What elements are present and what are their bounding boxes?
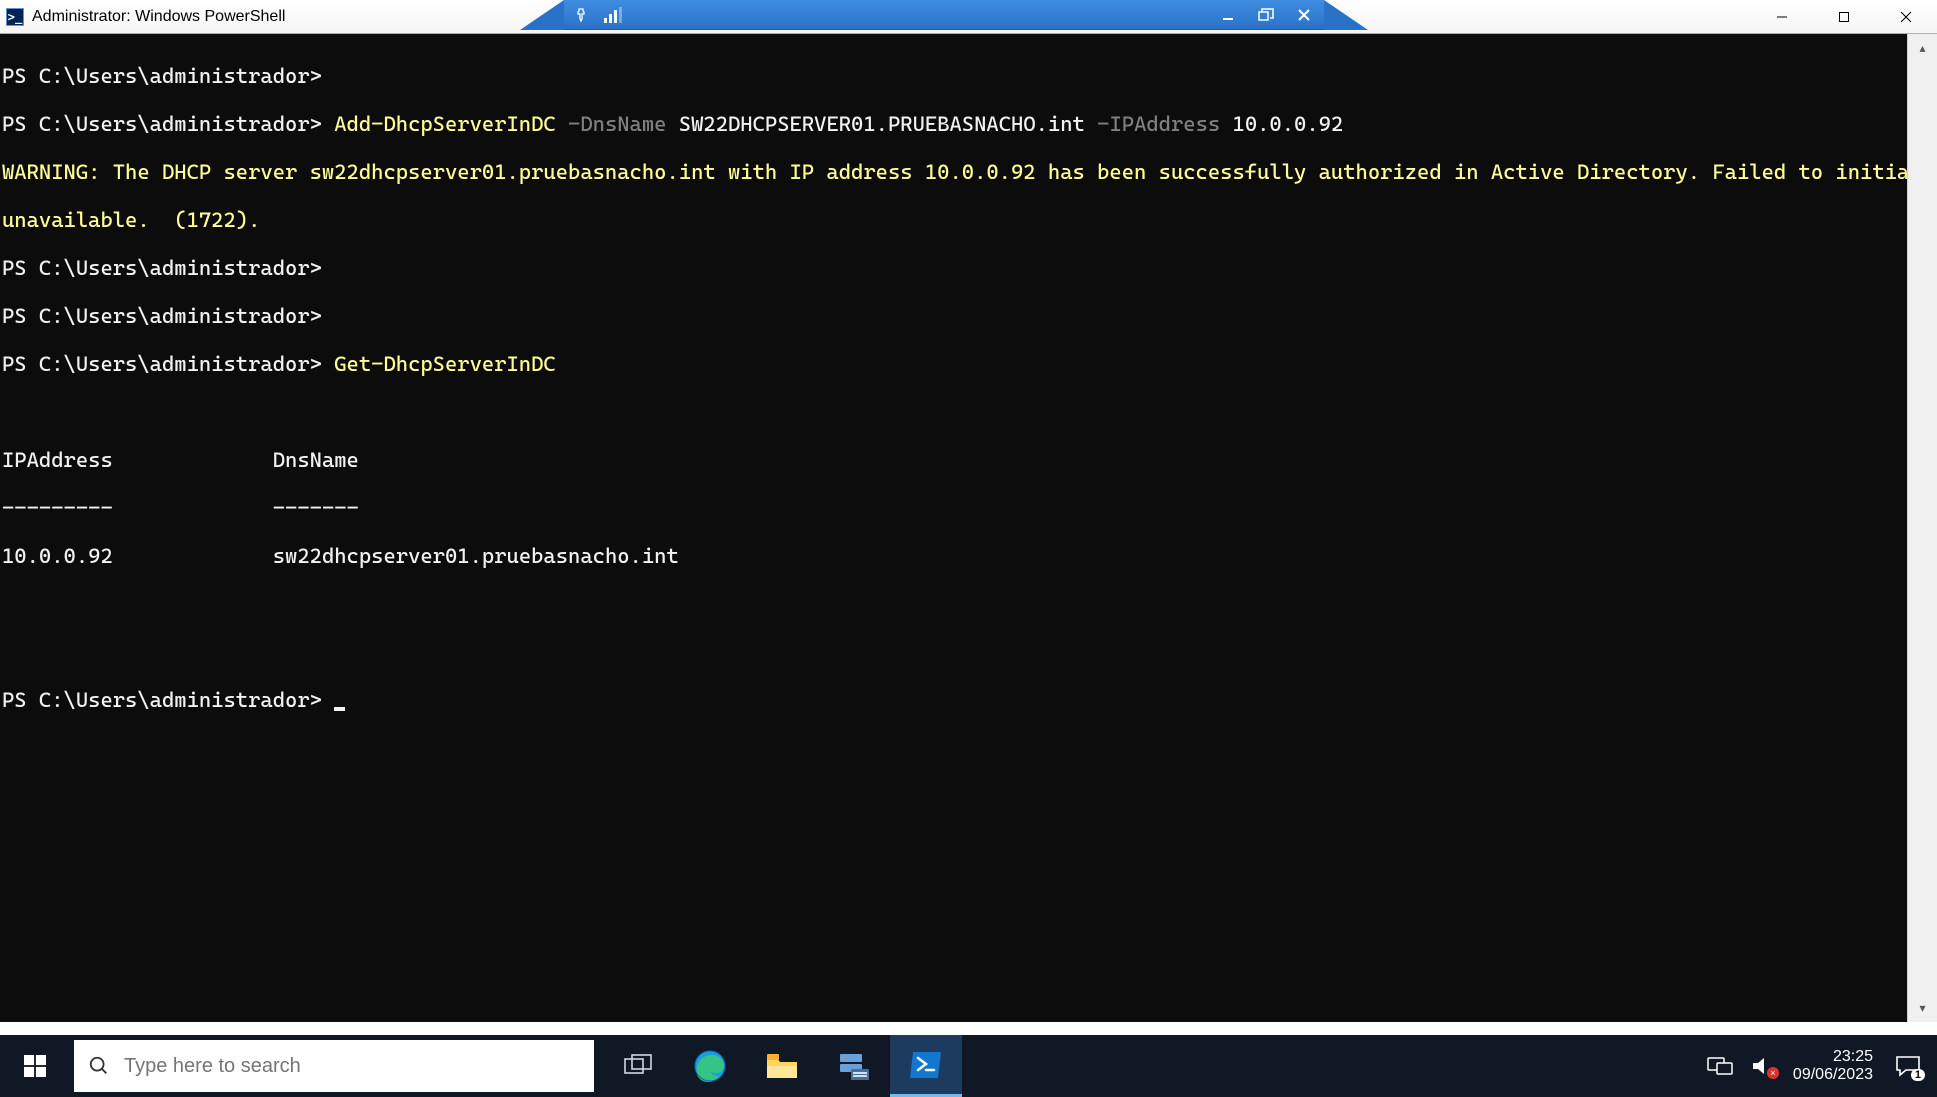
hvbar-body [564,0,1324,30]
prompt: PS C:\Users\administrador> [2,64,322,88]
cell-ip: 10.0.0.92 [2,544,113,568]
system-tray: × 23:25 09/06/2023 1 [1707,1048,1937,1084]
server-manager-app[interactable] [818,1035,890,1097]
taskbar-search[interactable] [74,1040,594,1092]
signal-icon [604,7,622,23]
minimize-button[interactable] [1751,0,1813,33]
powershell-app[interactable] [890,1035,962,1097]
action-center-button[interactable]: 1 [1891,1049,1925,1083]
volume-icon[interactable]: × [1751,1055,1775,1077]
taskbar-clock[interactable]: 23:25 09/06/2023 [1793,1048,1873,1084]
clock-time: 23:25 [1793,1048,1873,1066]
window-controls [1751,0,1937,33]
taskbar: × 23:25 09/06/2023 1 [0,1035,1937,1097]
window-title: Administrator: Windows PowerShell [32,8,285,26]
terminal[interactable]: PS C:\Users\administrador> PS C:\Users\a… [0,34,1907,1022]
terminal-scrollbar[interactable]: ▴ ▾ [1907,34,1937,1022]
col-rule-ip: --------- [2,496,113,520]
col-rule-dns: ------- [273,496,359,520]
search-input[interactable] [124,1055,580,1078]
notif-badge: 1 [1911,1069,1925,1081]
param: -DnsName [568,112,666,136]
warning-line: unavailable. (1722). [2,208,1907,232]
cell-dns: sw22dhcpserver01.pruebasnacho.int [273,544,679,568]
arg: 10.0.0.92 [1233,112,1344,136]
scroll-track[interactable] [1908,62,1937,994]
col-header-ip: IPAddress [2,448,113,472]
scroll-up-button[interactable]: ▴ [1908,34,1937,62]
arg: SW22DHCPSERVER01.PRUEBASNACHO.int [679,112,1085,136]
clock-date: 09/06/2023 [1793,1066,1873,1084]
hvbar-slant-right [1324,0,1368,30]
close-button[interactable] [1875,0,1937,33]
search-icon [88,1055,110,1077]
windows-logo-icon [24,1055,46,1077]
mute-badge-icon: × [1767,1067,1779,1079]
prompt: PS C:\Users\administrador> [2,112,322,136]
maximize-button[interactable] [1813,0,1875,33]
hyperv-connection-bar[interactable] [520,0,1368,30]
cursor [334,707,345,711]
prompt: PS C:\Users\administrador> [2,352,322,376]
col-header-dns: DnsName [273,448,359,472]
prompt: PS C:\Users\administrador> [2,688,322,712]
scroll-down-button[interactable]: ▾ [1908,994,1937,1022]
hv-restore-button[interactable] [1254,3,1278,27]
prompt: PS C:\Users\administrador> [2,304,322,328]
cmdlet: Add-DhcpServerInDC [334,112,555,136]
prompt: PS C:\Users\administrador> [2,256,322,280]
start-button[interactable] [0,1035,70,1097]
edge-app[interactable] [674,1035,746,1097]
hv-close-button[interactable] [1292,3,1316,27]
task-view-button[interactable] [602,1035,674,1097]
hvbar-slant-left [520,0,564,30]
param: -IPAddress [1097,112,1220,136]
taskbar-apps [602,1035,962,1097]
powershell-icon: >_ [6,8,24,26]
warning-line: WARNING: The DHCP server sw22dhcpserver0… [2,160,1907,184]
cmdlet: Get-DhcpServerInDC [334,352,555,376]
network-icon[interactable] [1707,1055,1733,1077]
pin-icon[interactable] [572,7,590,23]
file-explorer-app[interactable] [746,1035,818,1097]
hv-minimize-button[interactable] [1216,3,1240,27]
